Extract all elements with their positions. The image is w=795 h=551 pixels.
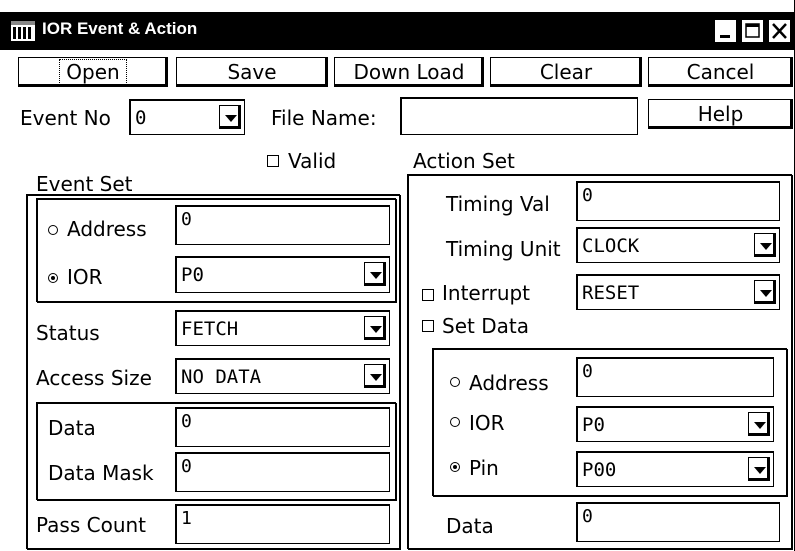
timing-val-label: Timing Val: [446, 192, 550, 216]
event-address-radio[interactable]: [48, 225, 58, 235]
event-no-value: 0: [135, 107, 147, 129]
chevron-down-icon[interactable]: [364, 316, 386, 340]
maximize-icon: [745, 23, 760, 38]
open-button[interactable]: Open: [18, 57, 168, 87]
action-pin-radio[interactable]: [450, 462, 460, 472]
action-data-label: Data: [446, 514, 494, 538]
timing-unit-label: Timing Unit: [446, 237, 561, 261]
data-input[interactable]: 0: [175, 407, 390, 447]
chevron-down-icon[interactable]: [748, 457, 770, 481]
action-address-radio[interactable]: [450, 377, 460, 387]
event-no-label: Event No: [20, 106, 111, 130]
timing-unit-select[interactable]: CLOCK: [576, 227, 780, 263]
data-mask-label: Data Mask: [48, 461, 154, 485]
valid-label: Valid: [288, 149, 337, 173]
action-pin-value: P00: [582, 459, 617, 481]
chevron-down-icon[interactable]: [754, 233, 776, 257]
app-window-icon: [11, 21, 35, 41]
action-set-title: Action Set: [413, 149, 515, 173]
chevron-down-icon[interactable]: [364, 364, 386, 388]
event-no-select[interactable]: 0: [129, 99, 245, 135]
chevron-down-icon[interactable]: [754, 280, 776, 304]
interrupt-select[interactable]: RESET: [576, 274, 780, 310]
close-icon: [772, 23, 787, 39]
action-pin-select[interactable]: P00: [576, 451, 774, 487]
event-ior-radio[interactable]: [48, 273, 58, 283]
chevron-down-icon[interactable]: [748, 412, 770, 436]
event-address-input[interactable]: 0: [175, 205, 390, 245]
action-address-label: Address: [469, 371, 549, 395]
chevron-down-icon[interactable]: [364, 262, 386, 286]
set-data-checkbox[interactable]: [422, 320, 434, 332]
interrupt-checkbox[interactable]: [422, 289, 434, 301]
chevron-down-icon[interactable]: [219, 105, 241, 129]
title-bar[interactable]: IOR Event & Action: [0, 12, 795, 50]
pass-count-input[interactable]: 1: [175, 504, 390, 544]
set-data-label: Set Data: [442, 314, 529, 338]
action-pin-label: Pin: [469, 456, 499, 480]
download-button[interactable]: Down Load: [334, 57, 484, 87]
close-button[interactable]: [768, 19, 791, 43]
interrupt-value: RESET: [582, 282, 640, 304]
action-ior-radio[interactable]: [450, 417, 460, 427]
file-name-label: File Name:: [271, 106, 377, 130]
event-ior-label: IOR: [67, 265, 103, 289]
save-button[interactable]: Save: [176, 57, 328, 87]
open-button-label: Open: [59, 59, 127, 85]
timing-unit-value: CLOCK: [582, 235, 640, 257]
data-mask-input[interactable]: 0: [175, 452, 390, 492]
action-ior-select[interactable]: P0: [576, 406, 774, 442]
help-button[interactable]: Help: [648, 99, 793, 129]
interrupt-label: Interrupt: [442, 281, 531, 305]
access-size-select[interactable]: NO DATA: [175, 358, 390, 394]
action-data-input[interactable]: 0: [576, 502, 780, 542]
action-ior-label: IOR: [469, 411, 505, 435]
ior-event-action-window: IOR Event & Action Open Save Down Load C…: [0, 0, 795, 551]
data-label: Data: [48, 416, 96, 440]
valid-checkbox[interactable]: [267, 155, 279, 167]
event-set-title: Event Set: [36, 172, 133, 196]
status-select[interactable]: FETCH: [175, 310, 390, 346]
window-title: IOR Event & Action: [42, 19, 198, 38]
pass-count-label: Pass Count: [36, 513, 147, 537]
clear-button[interactable]: Clear: [490, 57, 642, 87]
access-size-label: Access Size: [36, 366, 152, 390]
action-address-input[interactable]: 0: [576, 357, 774, 397]
access-size-value: NO DATA: [181, 366, 262, 388]
action-ior-value: P0: [582, 414, 605, 436]
maximize-button[interactable]: [741, 19, 764, 43]
status-value: FETCH: [181, 318, 239, 340]
timing-val-input[interactable]: 0: [576, 181, 780, 221]
minimize-button[interactable]: [714, 19, 737, 43]
status-label: Status: [36, 321, 100, 345]
minimize-icon: [720, 35, 730, 38]
file-name-input[interactable]: [400, 97, 638, 135]
event-ior-select[interactable]: P0: [175, 256, 390, 293]
event-address-label: Address: [67, 217, 147, 241]
event-ior-value: P0: [181, 264, 204, 286]
cancel-button[interactable]: Cancel: [648, 57, 793, 87]
